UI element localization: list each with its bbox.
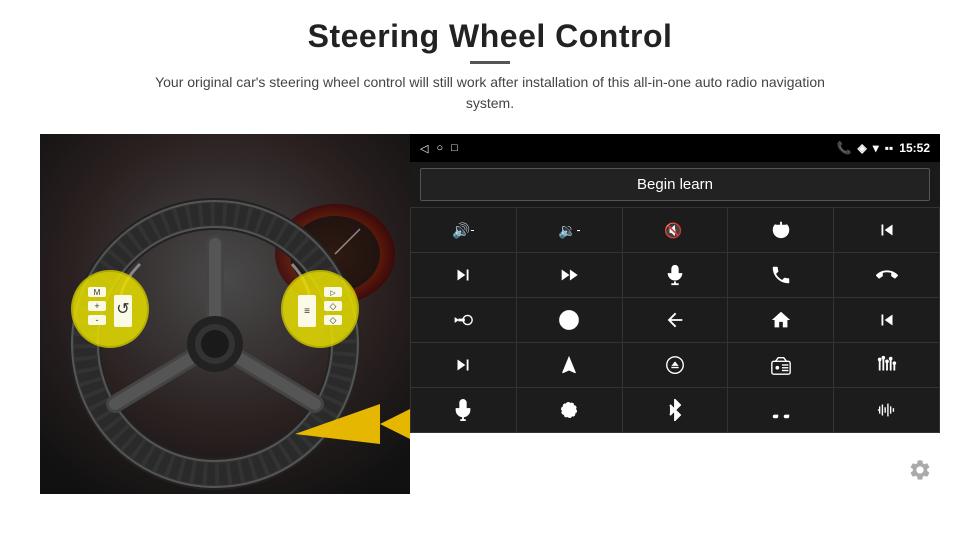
svg-text:🔉−: 🔉−	[558, 224, 580, 240]
vol-up-button[interactable]: 🔊+	[411, 208, 516, 252]
steering-wheel-image: M + - ↺ ▷ ◇ ◇ ≡	[40, 134, 410, 494]
vol-down-button[interactable]: 🔉−	[517, 208, 622, 252]
back-button[interactable]	[623, 298, 728, 342]
svg-text:◇: ◇	[330, 315, 337, 325]
seicane-watermark: Seicane	[634, 465, 716, 486]
title-divider	[470, 61, 510, 64]
settings-gear-button[interactable]	[908, 458, 932, 488]
status-bar-left: ◁ ○ □	[420, 142, 458, 155]
steering-wheel-svg: M + - ↺ ▷ ◇ ◇ ≡	[40, 134, 410, 494]
power-button[interactable]	[728, 208, 833, 252]
bluetooth-button[interactable]	[623, 388, 728, 432]
android-panel: ◁ ○ □ 📞 ◈ ▾ ▪▪ 15:52 Begin learn	[410, 134, 940, 433]
fast-forward-button[interactable]	[517, 253, 622, 297]
page-title: Steering Wheel Control	[140, 18, 840, 55]
battery-icon: ▪▪	[885, 141, 894, 155]
skip-back-button[interactable]	[834, 298, 939, 342]
phone-button[interactable]	[728, 253, 833, 297]
begin-learn-button[interactable]: Begin learn	[420, 168, 930, 201]
mic-button[interactable]	[623, 253, 728, 297]
music-button[interactable]	[728, 388, 833, 432]
begin-learn-row: Begin learn	[410, 162, 940, 207]
wifi-icon: ▾	[873, 141, 879, 155]
svg-text:↺: ↺	[116, 301, 129, 318]
recents-nav-icon[interactable]: □	[451, 142, 458, 154]
content-row: M + - ↺ ▷ ◇ ◇ ≡	[40, 134, 940, 494]
skip-fwd-button[interactable]	[411, 343, 516, 387]
svg-text:M: M	[94, 288, 101, 297]
status-bar: ◁ ○ □ 📞 ◈ ▾ ▪▪ 15:52	[410, 134, 940, 162]
eject-button[interactable]	[623, 343, 728, 387]
page-subtitle: Your original car's steering wheel contr…	[140, 72, 840, 114]
mute-button[interactable]: 🔇	[623, 208, 728, 252]
svg-text:-: -	[96, 315, 99, 325]
svg-text:≡: ≡	[304, 306, 310, 317]
next-track-button[interactable]	[411, 253, 516, 297]
eq-button[interactable]	[834, 343, 939, 387]
wave-eq-button[interactable]	[834, 388, 939, 432]
svg-text:◇: ◇	[330, 301, 337, 311]
svg-text:+: +	[94, 301, 99, 311]
horn-button[interactable]	[411, 298, 516, 342]
cam-360-button[interactable]: 360°	[517, 298, 622, 342]
phone-signal-icon: 📞	[837, 141, 852, 155]
page-container: Steering Wheel Control Your original car…	[0, 0, 980, 548]
mic2-button[interactable]	[411, 388, 516, 432]
home-button[interactable]	[728, 298, 833, 342]
svg-text:360°: 360°	[564, 320, 574, 325]
location-icon: ◈	[858, 141, 867, 155]
status-bar-right: 📞 ◈ ▾ ▪▪ 15:52	[837, 141, 930, 155]
settings2-button[interactable]	[517, 388, 622, 432]
control-grid: 🔊+ 🔉− 🔇	[410, 207, 940, 433]
title-section: Steering Wheel Control Your original car…	[140, 18, 840, 114]
home-nav-icon[interactable]: ○	[436, 142, 443, 154]
clock: 15:52	[899, 141, 930, 155]
svg-text:🔊+: 🔊+	[452, 222, 474, 240]
android-panel-wrapper: ◁ ○ □ 📞 ◈ ▾ ▪▪ 15:52 Begin learn	[410, 134, 940, 494]
navigate-button[interactable]	[517, 343, 622, 387]
back-nav-icon[interactable]: ◁	[420, 142, 428, 155]
svg-text:🔇: 🔇	[664, 222, 682, 240]
radio-button[interactable]	[728, 343, 833, 387]
svg-text:▷: ▷	[330, 290, 336, 297]
prev-track-button[interactable]	[834, 208, 939, 252]
hang-up-button[interactable]	[834, 253, 939, 297]
